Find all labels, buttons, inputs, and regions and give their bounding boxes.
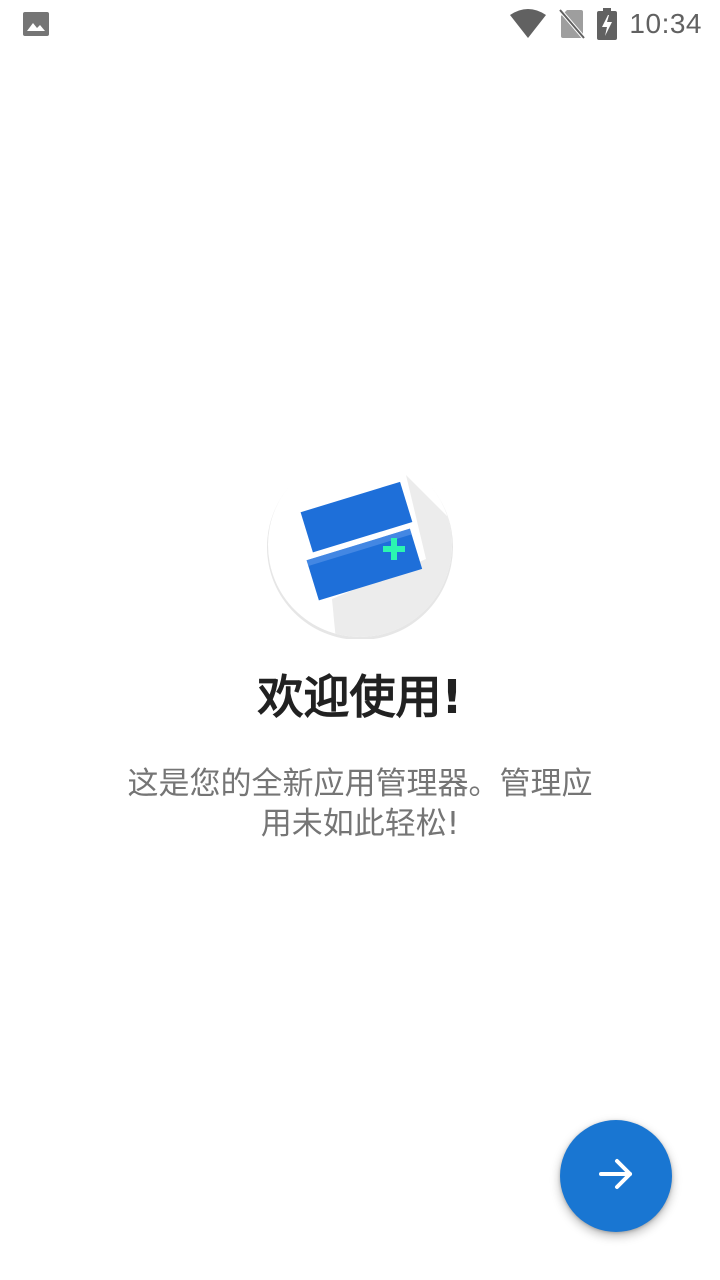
next-button[interactable] bbox=[560, 1120, 672, 1232]
status-bar: 10:34 bbox=[0, 0, 720, 48]
welcome-subtitle: 这是您的全新应用管理器。管理应用未如此轻松! bbox=[127, 766, 593, 842]
arrow-forward-icon bbox=[598, 1156, 634, 1196]
no-sim-icon bbox=[559, 9, 586, 39]
status-time: 10:34 bbox=[629, 8, 702, 39]
status-icons: 10:34 bbox=[509, 6, 702, 42]
wifi-icon bbox=[509, 9, 547, 39]
battery-charging-icon bbox=[597, 8, 618, 40]
image-icon bbox=[22, 11, 50, 37]
welcome-title: 欢迎使用! bbox=[257, 670, 463, 724]
app-manager-logo-icon bbox=[266, 451, 454, 640]
